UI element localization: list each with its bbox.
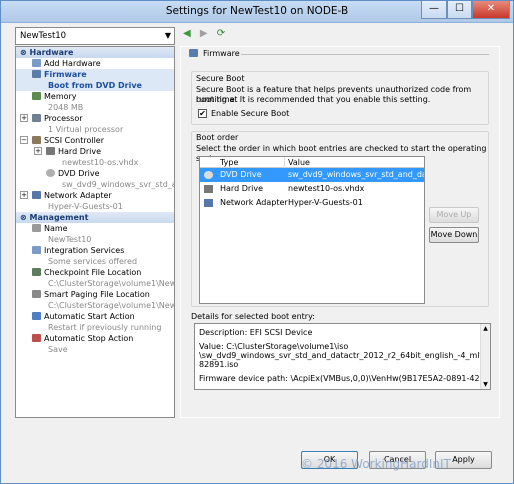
scroll-up-icon[interactable]: ▲ [482,325,489,332]
collapse-icon: ⊗ [20,213,30,222]
tree-item-automatic-stop[interactable]: Automatic Stop Action Save [16,333,174,355]
dvd-drive-icon [46,169,55,177]
name-icon [32,224,41,232]
automatic-stop-subtitle: Save [48,345,68,354]
collapse-icon: ⊗ [20,48,30,57]
memory-subtitle: 2048 MB [48,103,84,112]
automatic-stop-icon [32,334,41,342]
processor-subtitle: 1 Virtual processor [48,125,124,134]
expand-icon[interactable]: + [34,147,42,155]
tree-item-dvd-drive[interactable]: DVD Drive sw_dvd9_windows_svr_std_and... [16,168,174,190]
management-section-header: ⊗ Management [16,212,174,223]
boot-entry-hard-drive[interactable]: Hard Drive newtest10-os.vhdx [200,182,424,196]
tree-item-memory[interactable]: Memory 2048 MB [16,91,174,113]
forward-arrow-icon[interactable]: ▶ [200,28,208,39]
tree-item-automatic-start[interactable]: Automatic Start Action Restart if previo… [16,311,174,333]
processor-icon [32,114,41,122]
navigation-buttons: ◀ ▶ ⟳ [183,28,231,39]
details-value: Value: C:\ClusterStorage\volume1\iso [199,342,349,351]
hard-drive-subtitle: newtest10-os.vhdx [62,158,139,167]
tree-item-name[interactable]: Name NewTest10 [16,223,174,245]
firmware-subtitle: Boot from DVD Drive [48,81,142,90]
network-adapter-icon [32,191,41,199]
automatic-start-subtitle: Restart if previously running [48,323,162,332]
tree-item-checkpoint-location[interactable]: Checkpoint File Location C:\ClusterStora… [16,267,174,289]
integration-services-icon [32,246,41,254]
add-hardware-icon [32,59,41,67]
scroll-down-icon[interactable]: ▼ [482,381,489,388]
details-value-file: 82891.iso [199,360,239,369]
network-adapter-subtitle: Hyper-V-Guests-01 [48,202,123,211]
chevron-down-icon: ▼ [164,31,171,40]
hard-drive-icon [204,185,213,193]
boot-order-title: Boot order [196,133,239,142]
tree-item-integration-services[interactable]: Integration Services Some services offer… [16,245,174,267]
tree-item-smart-paging-location[interactable]: Smart Paging File Location C:\ClusterSto… [16,289,174,311]
vm-selector-value: NewTest10 [20,31,67,41]
vm-selector[interactable]: NewTest10 ▼ [15,27,175,45]
scsi-controller-icon [32,136,41,144]
firmware-icon [189,49,198,57]
smart-paging-icon [32,290,41,298]
secure-boot-description-2: boot time. It is recommended that you en… [196,95,431,104]
secure-boot-group: Secure Boot Secure Boot is a feature tha… [191,71,489,125]
secure-boot-title: Secure Boot [196,74,245,83]
tree-item-network-adapter[interactable]: + Network Adapter Hyper-V-Guests-01 [16,190,174,212]
close-button[interactable]: ✕ [472,1,510,19]
tree-item-scsi-controller[interactable]: − SCSI Controller [16,135,174,146]
automatic-start-icon [32,312,41,320]
checkpoint-subtitle: C:\ClusterStorage\volume1\NewT... [48,279,175,288]
integration-services-subtitle: Some services offered [48,257,138,266]
settings-tree[interactable]: ⊗ Hardware Add Hardware Firmware Boot fr… [15,46,175,418]
name-subtitle: NewTest10 [48,235,92,244]
firmware-icon [32,70,41,78]
maximize-button[interactable]: ☐ [447,1,472,19]
details-value-path: \sw_dvd9_windows_svr_std_and_datactr_201… [199,351,491,360]
boot-entry-dvd-drive[interactable]: DVD Drive sw_dvd9_windows_svr_std_and_da… [200,168,424,182]
details-scrollbar[interactable]: ▲ ▼ [480,324,490,389]
boot-entry-network-adapter[interactable]: Network Adapter Hyper-V-Guests-01 [200,196,424,210]
tree-item-hard-drive[interactable]: + Hard Drive newtest10-os.vhdx [16,146,174,168]
memory-icon [32,92,41,100]
boot-order-list[interactable]: Type Value DVD Drive sw_dvd9_windows_svr… [199,156,425,304]
title-bar: Settings for NewTest10 on NODE-B — ☐ ✕ [1,1,513,23]
minimize-button[interactable]: — [421,1,447,19]
dvd-drive-icon [204,171,213,179]
firmware-panel: Firmware Secure Boot Secure Boot is a fe… [180,46,500,418]
watermark: © 2016 WorkingHardInIT [301,457,451,471]
enable-secure-boot-checkbox[interactable]: ✔ [198,109,207,118]
details-firmware-path: Firmware device path: \AcpiEx(VMBus,0,0)… [199,374,491,383]
hard-drive-icon [46,147,55,155]
tree-item-add-hardware[interactable]: Add Hardware [16,58,174,69]
smart-paging-subtitle: C:\ClusterStorage\volume1\NewT... [48,301,175,310]
move-up-button[interactable]: Move Up [429,207,479,223]
expand-icon[interactable]: + [20,114,28,122]
boot-order-list-header: Type Value [200,157,424,168]
checkpoint-icon [32,268,41,276]
move-down-button[interactable]: Move Down [429,227,479,243]
boot-entry-details[interactable]: Description: EFI SCSI Device Value: C:\C… [194,323,491,390]
panel-header: Firmware [181,47,501,59]
collapse-tree-icon[interactable]: − [20,136,28,144]
settings-window: Settings for NewTest10 on NODE-B — ☐ ✕ N… [0,0,514,484]
refresh-icon[interactable]: ⟳ [217,28,225,39]
column-value[interactable]: Value [288,158,310,167]
column-type[interactable]: Type [220,158,238,167]
back-arrow-icon[interactable]: ◀ [183,28,191,39]
enable-secure-boot-label[interactable]: Enable Secure Boot [211,109,289,118]
network-adapter-icon [204,199,213,207]
expand-icon[interactable]: + [20,191,28,199]
details-label: Details for selected boot entry: [191,312,315,321]
details-description: Description: EFI SCSI Device [199,328,313,337]
dvd-drive-subtitle: sw_dvd9_windows_svr_std_and... [62,180,174,189]
tree-item-firmware[interactable]: Firmware Boot from DVD Drive [16,69,174,91]
tree-item-processor[interactable]: + Processor 1 Virtual processor [16,113,174,135]
hardware-section-header: ⊗ Hardware [16,47,174,58]
